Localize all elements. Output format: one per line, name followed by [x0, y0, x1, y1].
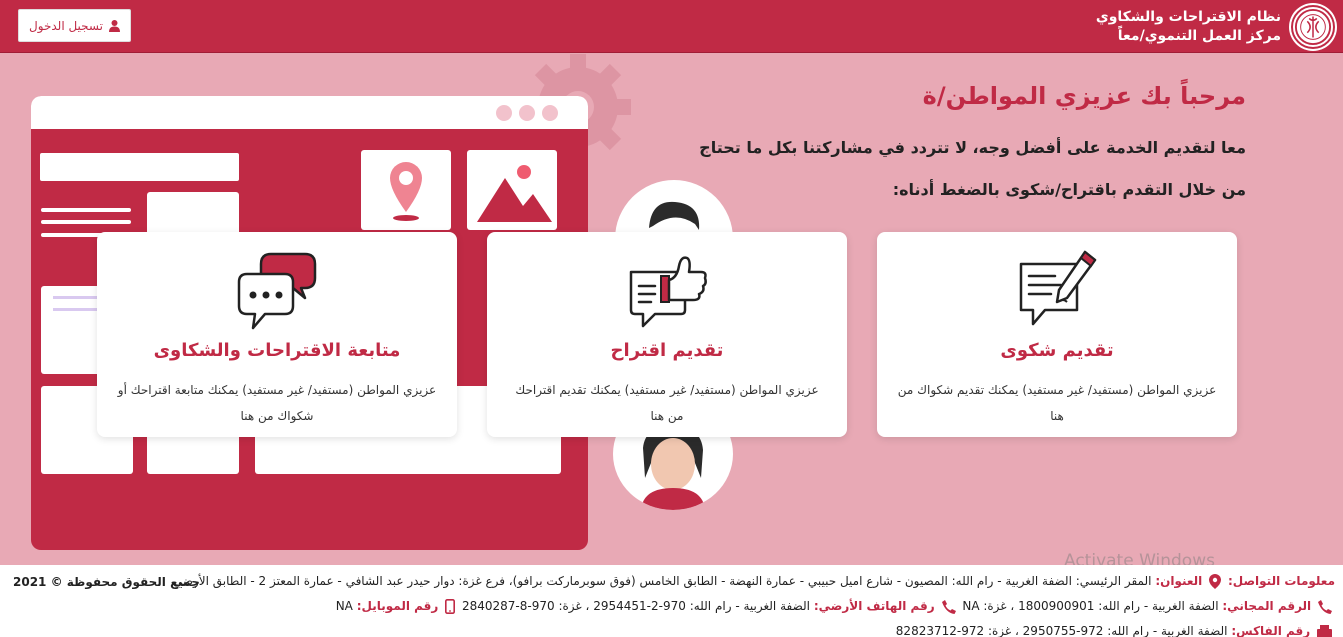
card-description: عزيزي المواطن (مستفيد/ غير مستفيد) يمكنك… [897, 383, 1217, 423]
illustration-map-card [361, 150, 451, 230]
user-icon [108, 19, 120, 32]
card-description: عزيزي المواطن (مستفيد/ غير مستفيد) يمكنك… [117, 383, 437, 423]
illustration-image-card [467, 150, 557, 230]
mobile-label: رقم الموبايل: [356, 599, 439, 613]
login-button[interactable]: تسجيل الدخول [18, 9, 131, 42]
logo-emblem-icon [1294, 8, 1332, 46]
mobile-icon [445, 599, 456, 614]
welcome-line-1: معا لتقديم الخدمة على أفضل وجه، لا تتردد… [699, 138, 1246, 157]
chat-bubbles-icon [237, 252, 317, 330]
phone-icon [941, 599, 956, 614]
card-title: متابعة الاقتراحات والشكاوى [153, 340, 401, 361]
footer-address-row: معلومات التواصل: العنوان: المقر الرئيسي:… [173, 574, 1335, 589]
illustration-line [41, 220, 131, 224]
org-name: مركز العمل التنموي/معاً [1117, 28, 1281, 44]
address-label: العنوان: [1155, 574, 1203, 588]
fax-icon [1317, 625, 1332, 637]
copyright: جميع الحقوق محفوظة © 2021 [13, 575, 200, 589]
illustration-line [41, 208, 131, 212]
card-title: تقديم اقتراح [610, 340, 724, 361]
top-header: نظام الاقتراحات والشكاوي مركز العمل التن… [0, 0, 1343, 53]
track-requests-card[interactable]: متابعة الاقتراحات والشكاوى عزيزي المواطن… [97, 232, 457, 437]
thumbs-up-chat-icon [629, 256, 707, 328]
tollfree-label: الرقم المجاني: [1222, 599, 1312, 613]
submit-suggestion-card[interactable]: تقديم اقتراح عزيزي المواطن (مستفيد/ غير … [487, 232, 847, 437]
welcome-heading: مرحباً بك عزيزي المواطن/ة [922, 82, 1246, 110]
address-value: المقر الرئيسي: الضفة الغربية - رام الله:… [172, 574, 1152, 588]
login-label: تسجيل الدخول [29, 18, 103, 33]
landline-label: رقم الهاتف الأرضي: [813, 599, 935, 613]
window-dot [496, 105, 512, 121]
document-pen-icon [1019, 250, 1097, 326]
footer-phone-row: الرقم المجاني: الضفة الغربية - رام الله:… [336, 599, 1335, 614]
window-dot [542, 105, 558, 121]
location-pin-icon [390, 162, 422, 221]
fax-value: الضفة الغربية - رام الله: 972-2950755 ، … [895, 624, 1228, 637]
welcome-line-2: من خلال التقدم باقتراح/شكوى بالضغط أدناه… [892, 180, 1246, 199]
org-logo[interactable] [1291, 5, 1335, 49]
footer-fax-row: رقم الفاكس: الضفة الغربية - رام الله: 97… [896, 624, 1335, 637]
brand-block: نظام الاقتراحات والشكاوي مركز العمل التن… [1096, 8, 1281, 46]
image-icon [477, 165, 552, 222]
phone-icon [1318, 599, 1332, 614]
site-footer: معلومات التواصل: العنوان: المقر الرئيسي:… [0, 565, 1343, 637]
mobile-value: NA [335, 599, 353, 613]
system-name: نظام الاقتراحات والشكاوي [1095, 9, 1281, 25]
card-title: تقديم شكوى [1000, 340, 1114, 361]
window-dot [519, 105, 535, 121]
map-marker-icon [1209, 574, 1222, 589]
illustration-input-bar [40, 153, 239, 181]
submit-complaint-card[interactable]: تقديم شكوى عزيزي المواطن (مستفيد/ غير مس… [877, 232, 1237, 437]
fax-label: رقم الفاكس: [1231, 624, 1311, 637]
card-description: عزيزي المواطن (مستفيد/ غير مستفيد) يمكنك… [515, 383, 819, 423]
landline-value: الضفة الغربية - رام الله: 970-2-2954451 … [461, 599, 810, 613]
tollfree-value: الضفة الغربية - رام الله: 1800900901 ، غ… [962, 599, 1219, 613]
contact-label: معلومات التواصل: [1227, 574, 1335, 588]
